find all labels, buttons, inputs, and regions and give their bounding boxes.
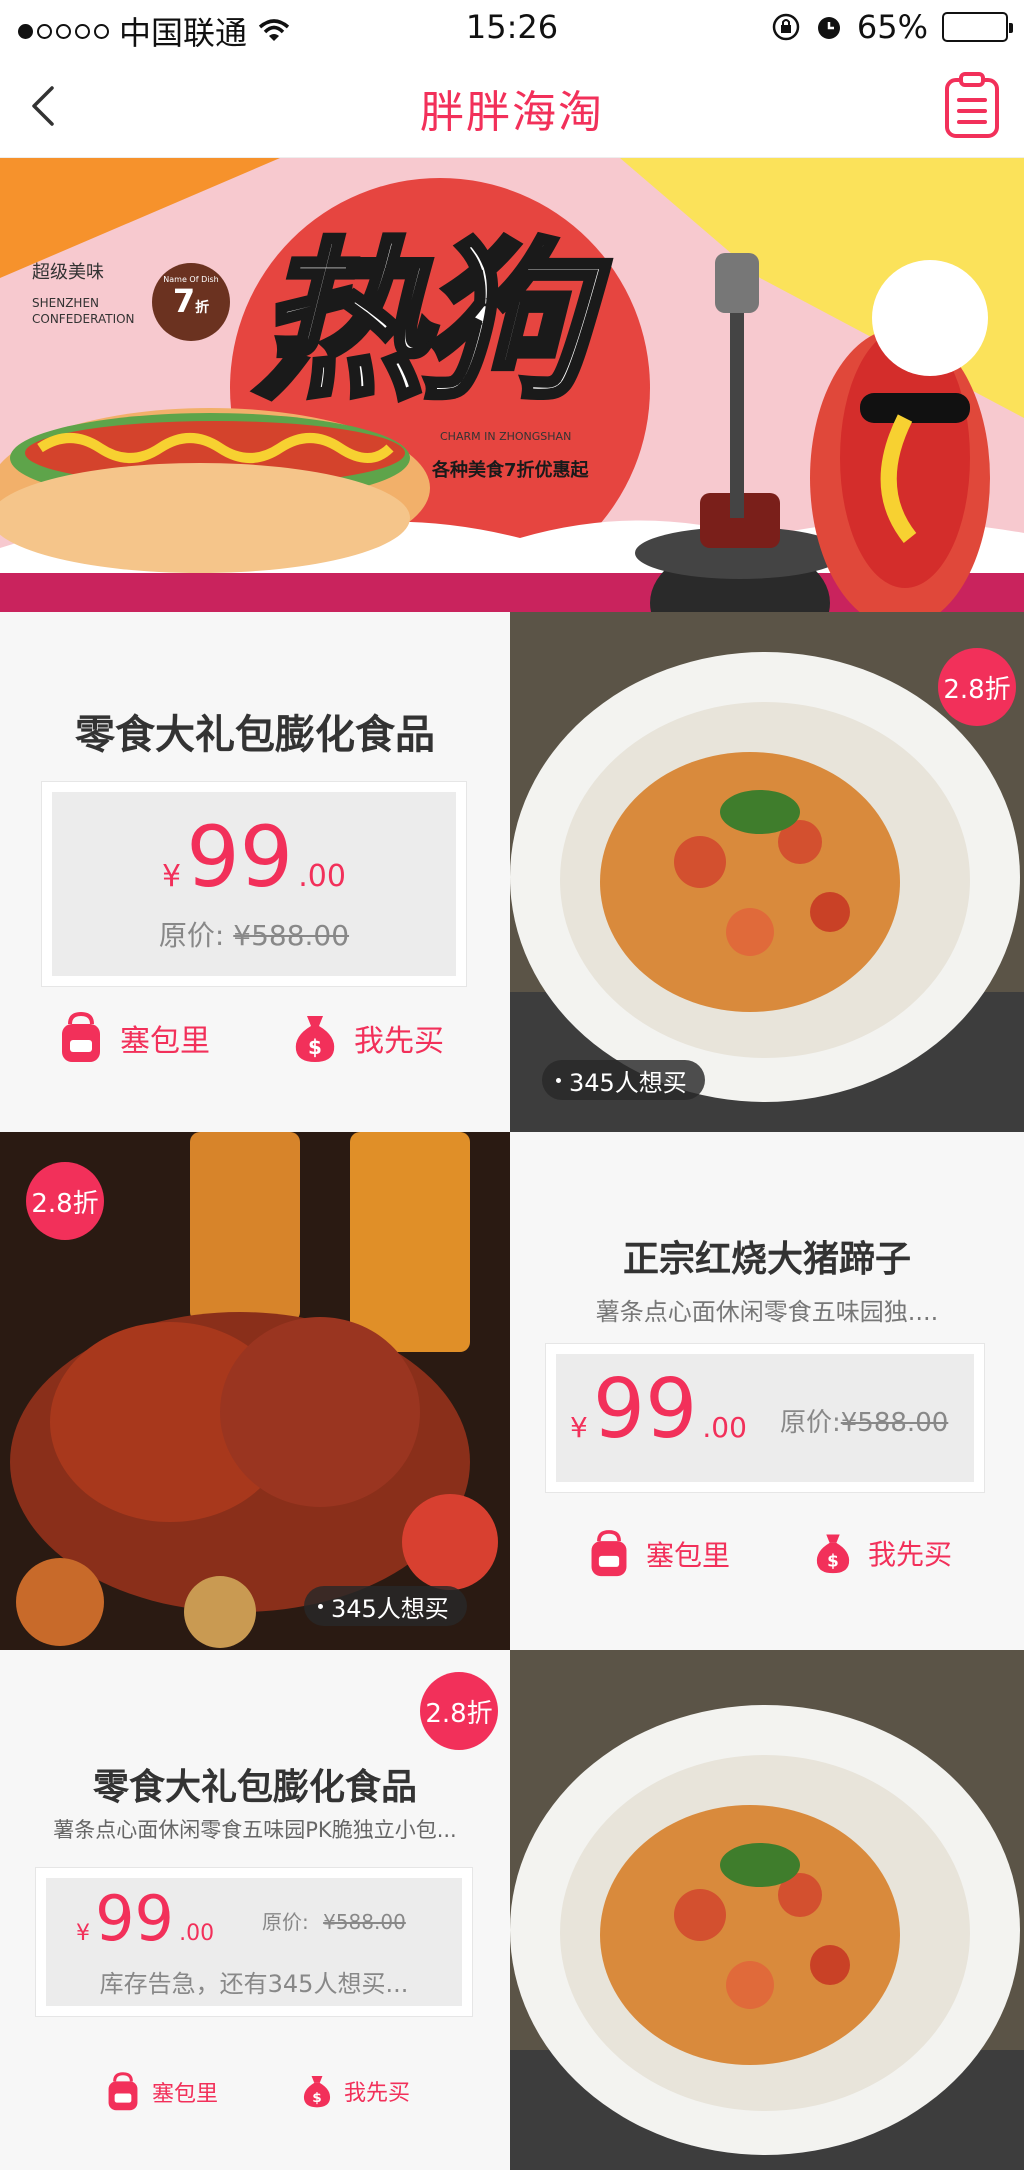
original-price: ¥588.00 — [323, 1910, 406, 1934]
svg-text:$: $ — [827, 1550, 839, 1570]
discount-badge: 2.8折 — [26, 1162, 104, 1240]
hotdog-promo-banner[interactable]: 超级美味 SHENZHEN CONFEDERATION Name Of Dish… — [0, 158, 1024, 612]
add-to-bag-label: 塞包里 — [152, 2082, 219, 2107]
buy-now-button[interactable]: $ 我先买 — [290, 1012, 444, 1064]
price-integer: 99 — [186, 808, 294, 906]
original-price-label: 原价: — [158, 919, 225, 952]
add-to-bag-button[interactable]: 塞包里 — [104, 2072, 218, 2112]
add-to-bag-button[interactable]: 塞包里 — [56, 1012, 210, 1064]
discount-badge: 2.8折 — [420, 1672, 498, 1750]
price-decimal: .00 — [702, 1411, 747, 1444]
pasta-photo — [510, 1650, 1024, 2170]
status-right: 65% — [771, 8, 1013, 46]
price-currency: ¥ — [162, 859, 182, 894]
price-box: ¥ 99 .00 原价: ¥588.00 — [42, 782, 466, 986]
add-to-bag-button[interactable]: 塞包里 — [586, 1530, 730, 1578]
price-decimal: .00 — [298, 859, 346, 894]
product-image-pasta[interactable]: 2.8折 345人想买 — [510, 612, 1024, 1132]
price-box: ¥ 99 .00 原价: ¥588.00 库存告急，还有345人想买... — [36, 1868, 472, 2016]
money-bag-icon: $ — [295, 1016, 335, 1062]
clipboard-list-icon[interactable] — [942, 70, 1002, 140]
alarm-icon — [817, 17, 840, 39]
stock-warning: 库存告急，还有345人想买... — [99, 1970, 409, 1998]
product-image-pork-knuckle[interactable]: 2.8折 345人想买 — [0, 1132, 510, 1650]
banner-en-line1: SHENZHEN — [32, 296, 100, 310]
original-price-label: 原价: — [262, 1910, 309, 1934]
product-subtitle: 薯条点心面休闲零食五味园PK脆独立小包... — [53, 1818, 457, 1842]
money-bag-icon: $ — [816, 1534, 850, 1574]
buy-now-label: 我先买 — [868, 1538, 953, 1571]
banner-charm-text: CHARM IN ZHONGSHAN — [440, 430, 572, 443]
banner-en-line2: CONFEDERATION — [32, 312, 135, 326]
backpack-icon — [591, 1530, 627, 1577]
product-card-3[interactable]: 2.8折 零食大礼包膨化食品 薯条点心面休闲零食五味园PK脆独立小包... ¥ … — [0, 1650, 510, 2170]
price-decimal: .00 — [179, 1921, 215, 1946]
buy-now-label: 我先买 — [344, 2081, 411, 2106]
original-price: ¥588.00 — [840, 1408, 949, 1438]
original-price: ¥588.00 — [233, 919, 350, 952]
product-title: 零食大礼包膨化食品 — [75, 712, 435, 758]
rotation-lock-icon — [772, 13, 800, 41]
add-to-bag-label: 塞包里 — [120, 1024, 210, 1059]
price-integer: 99 — [95, 1882, 174, 1955]
money-bag-icon: $ — [303, 2076, 331, 2108]
backpack-icon — [62, 1012, 100, 1062]
nav-bar: 胖胖海淘 — [0, 56, 1024, 158]
battery-percent: 65% — [856, 8, 928, 46]
want-count-text: 345人想买 — [569, 1068, 687, 1097]
banner-promo-text: 各种美食7折优惠起 — [432, 460, 589, 481]
product-title: 零食大礼包膨化食品 — [92, 1767, 417, 1808]
battery-icon — [942, 12, 1013, 42]
product-subtitle: 薯条点心面休闲零食五味园独.... — [595, 1298, 939, 1326]
status-bar: 中国联通 15:26 65% — [0, 0, 1024, 56]
backpack-icon — [108, 2072, 138, 2111]
product-title: 正宗红烧大猪蹄子 — [622, 1239, 911, 1280]
banner-discount-seal: Name Of Dish 7折 — [152, 263, 230, 341]
price-integer: 99 — [592, 1362, 698, 1457]
seal-suffix: 折 — [195, 300, 210, 316]
price-currency: ¥ — [570, 1411, 588, 1444]
original-price-label: 原价: — [780, 1408, 841, 1438]
price-currency: ¥ — [76, 1921, 90, 1946]
product-card-2[interactable]: 正宗红烧大猪蹄子 薯条点心面休闲零食五味园独.... ¥ 99 .00 原价:¥… — [510, 1132, 1024, 1650]
page-title: 胖胖海淘 — [420, 87, 604, 138]
buy-now-button[interactable]: $ 我先买 — [812, 1530, 952, 1576]
product-card-1[interactable]: 零食大礼包膨化食品 ¥ 99 .00 原价: ¥588.00 塞包里 $ 我先买 — [0, 612, 510, 1132]
want-count-text: 345人想买 — [331, 1594, 449, 1623]
svg-text:$: $ — [312, 2090, 321, 2106]
want-count-pill: 345人想买 — [542, 1060, 705, 1100]
product-image-pasta-2[interactable] — [510, 1650, 1024, 2170]
price-box: ¥ 99 .00 原价:¥588.00 — [546, 1344, 984, 1492]
seal-number: 7 — [172, 282, 196, 320]
buy-now-label: 我先买 — [354, 1024, 444, 1059]
svg-text:$: $ — [308, 1035, 322, 1059]
want-count-pill: 345人想买 — [304, 1586, 467, 1626]
banner-headline: 热狗 — [252, 221, 592, 425]
banner-tagline: 超级美味 — [32, 262, 104, 283]
discount-badge: 2.8折 — [938, 648, 1016, 726]
buy-now-button[interactable]: $ 我先买 — [300, 2072, 410, 2110]
add-to-bag-label: 塞包里 — [646, 1539, 731, 1572]
